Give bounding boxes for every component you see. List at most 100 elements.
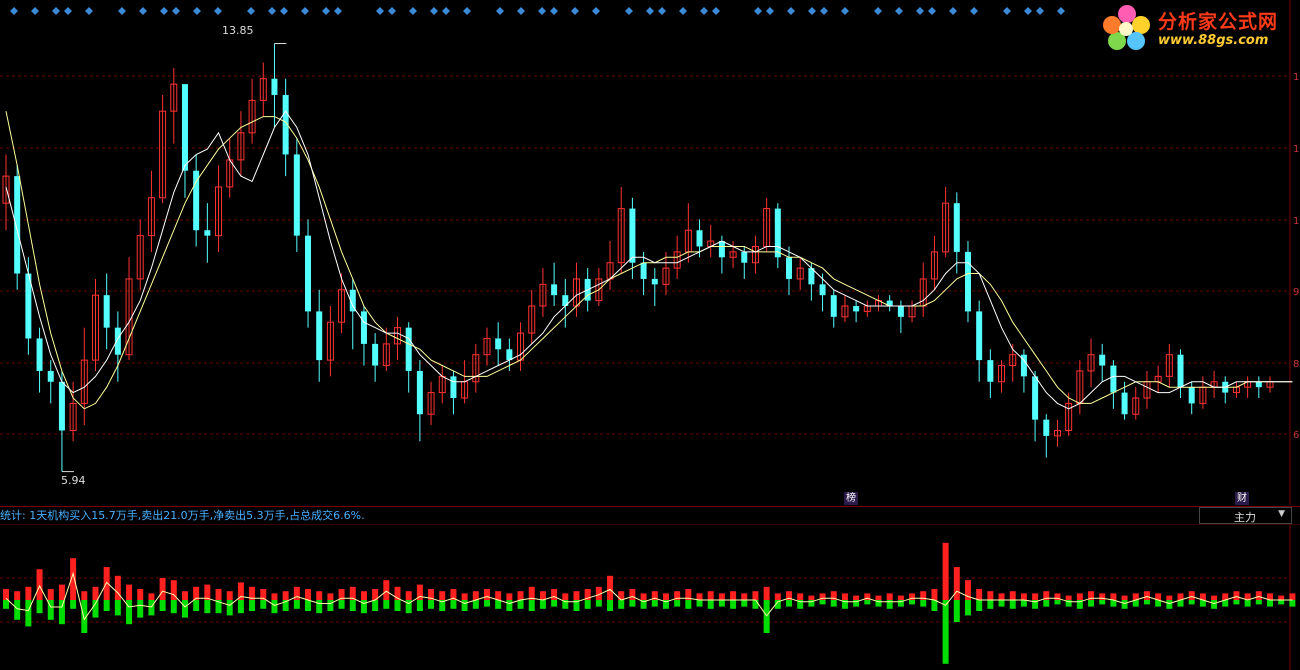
sell-bar	[293, 600, 300, 609]
signal-diamond	[538, 7, 546, 15]
buy-bar	[841, 593, 848, 600]
buy-bar	[953, 567, 960, 600]
candle-body	[181, 84, 188, 171]
low-price-label: 5.94	[61, 474, 86, 487]
sell-bar	[103, 600, 110, 611]
signal-diamond	[658, 7, 666, 15]
sell-bar	[271, 600, 278, 614]
sell-bar	[3, 600, 9, 609]
signal-diamond	[1036, 7, 1044, 15]
signal-diamond	[52, 7, 60, 15]
indicator-select[interactable]: 主力 ▼	[1199, 507, 1292, 524]
signal-diamond	[139, 7, 147, 15]
sell-bar	[193, 600, 200, 611]
buy-bar	[316, 591, 323, 600]
sell-bar	[450, 600, 457, 609]
signal-diamond	[970, 7, 978, 15]
buy-bar	[25, 586, 32, 600]
buy-bar	[987, 591, 994, 600]
signal-diamond	[1057, 7, 1065, 15]
finance-badge[interactable]: 财	[1235, 492, 1249, 505]
buy-bar	[662, 593, 669, 600]
sell-bar	[987, 600, 994, 609]
buy-bar	[797, 593, 804, 600]
sell-bar	[528, 600, 535, 611]
signal-diamond	[442, 7, 450, 15]
sell-bar	[36, 600, 43, 614]
candle-body	[551, 284, 558, 296]
sell-bar	[584, 600, 591, 609]
candle-body	[1188, 387, 1195, 404]
sell-bar	[1255, 600, 1262, 605]
sell-bar	[517, 600, 524, 609]
buy-bar	[36, 569, 43, 600]
buy-bar	[1110, 593, 1117, 600]
candle-body	[786, 257, 793, 279]
signal-diamond	[625, 7, 633, 15]
sell-bar	[70, 600, 77, 609]
buy-bar	[282, 591, 289, 600]
buy-bar	[1166, 595, 1173, 600]
signal-diamond	[916, 7, 924, 15]
sell-bar	[964, 600, 971, 616]
sell-bar	[137, 600, 144, 618]
sell-bar	[1188, 600, 1195, 605]
fund-flow-chart[interactable]	[0, 525, 1300, 670]
sell-bar	[539, 600, 546, 609]
sell-bar	[14, 600, 21, 620]
sell-bar	[752, 600, 759, 609]
buy-bar	[607, 575, 614, 600]
buy-bar	[305, 589, 312, 600]
signal-diamond	[895, 7, 903, 15]
sell-bar	[148, 600, 155, 616]
sell-bar	[461, 600, 468, 611]
sell-bar	[394, 600, 401, 611]
rank-badge[interactable]: 榜	[844, 492, 858, 505]
sell-bar	[976, 600, 983, 611]
signal-diamond	[496, 7, 504, 15]
sell-bar	[942, 600, 949, 664]
candle-body	[1043, 419, 1050, 436]
sell-bar	[506, 600, 513, 611]
signal-diamond	[463, 7, 471, 15]
sell-bar	[472, 600, 479, 609]
signal-diamond	[193, 7, 201, 15]
sell-bar	[237, 600, 244, 614]
sell-bar	[305, 600, 312, 611]
buy-bar	[1076, 593, 1083, 600]
signal-diamond	[1024, 7, 1032, 15]
sell-bar	[416, 600, 423, 611]
sell-bar	[830, 600, 837, 607]
candle-body	[987, 360, 994, 382]
candle-body	[629, 208, 636, 263]
candle-body	[450, 376, 457, 398]
candle-body	[14, 176, 21, 274]
right-axis-label: 1	[1293, 144, 1299, 155]
candle-body	[830, 295, 837, 317]
sell-bar	[998, 600, 1005, 607]
sell-bar	[114, 600, 121, 616]
sell-bar	[226, 600, 233, 616]
candle-body	[293, 154, 300, 236]
buy-bar	[752, 591, 759, 600]
sell-bar	[718, 600, 725, 607]
sell-bar	[383, 600, 390, 609]
candle-body	[640, 262, 647, 279]
logo-title: 分析家公式网	[1158, 11, 1279, 33]
sell-bar	[1211, 600, 1218, 609]
signal-diamond	[280, 7, 288, 15]
signal-diamond	[820, 7, 828, 15]
candlestick-chart[interactable]: 1 1 1 9 8 6	[0, 0, 1300, 505]
sell-bar	[428, 600, 435, 609]
candle-body	[405, 327, 412, 371]
buy-bar	[640, 593, 647, 600]
buy-bar	[808, 595, 815, 600]
signal-diamond	[592, 7, 600, 15]
signal-diamond	[550, 7, 558, 15]
signal-diamond	[376, 7, 384, 15]
candle-body	[372, 343, 379, 366]
candle-body	[204, 230, 211, 236]
candle-body	[964, 251, 971, 312]
signal-diamond	[841, 7, 849, 15]
sell-bar	[181, 600, 188, 618]
